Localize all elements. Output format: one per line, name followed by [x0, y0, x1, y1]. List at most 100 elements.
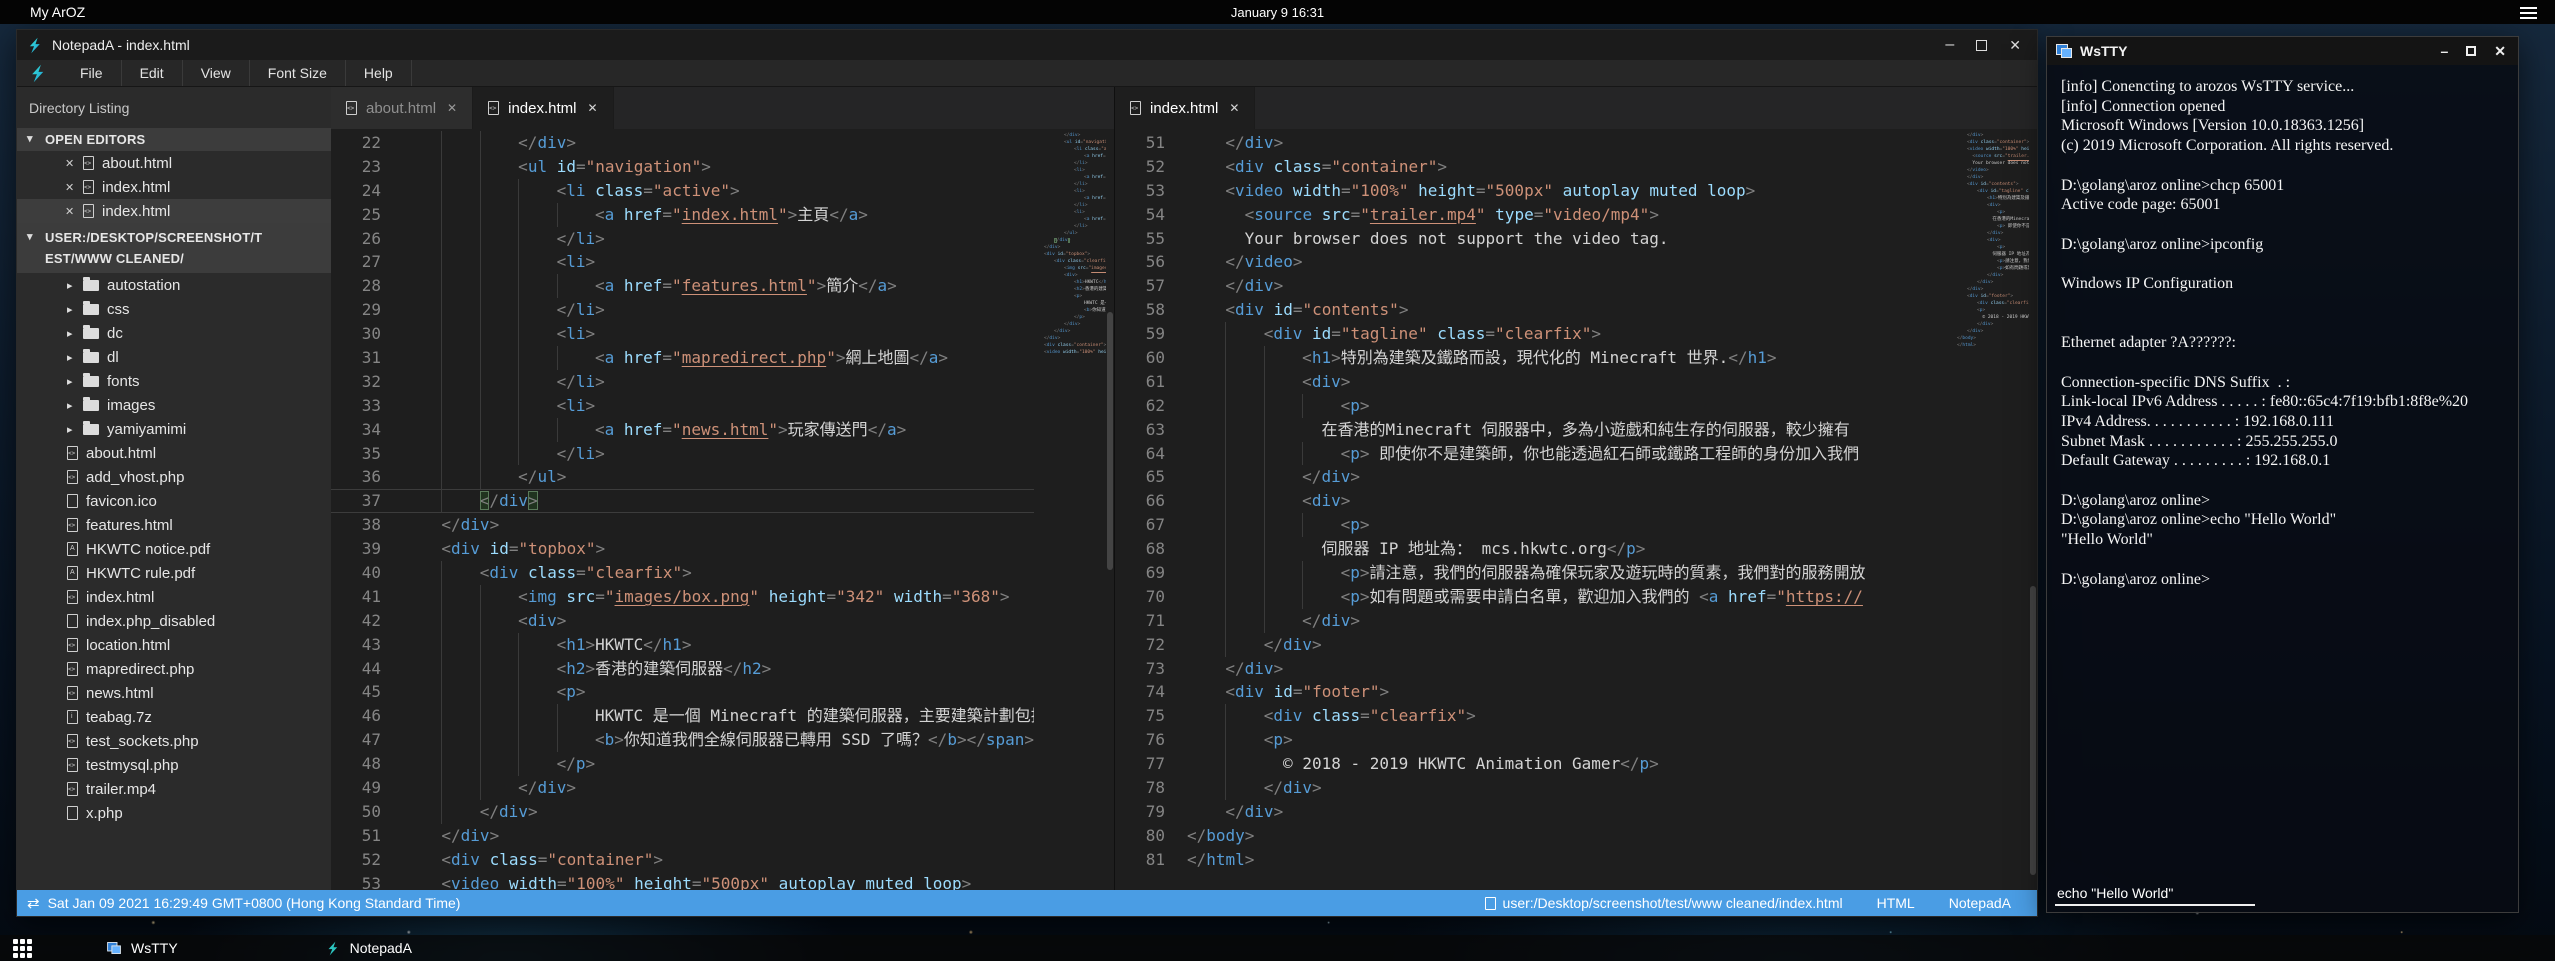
code-line[interactable]: 32</li> — [331, 370, 1034, 394]
code-line[interactable]: 24<li class="active"> — [331, 179, 1034, 203]
sidebar-file-news-html[interactable]: news.html — [17, 681, 331, 705]
menu-font-size[interactable]: Font Size — [250, 60, 346, 86]
code-line[interactable]: 78</div> — [1115, 776, 1957, 800]
sidebar-file-hkwtc-notice-pdf[interactable]: HKWTC notice.pdf — [17, 537, 331, 561]
tab-about-html[interactable]: about.html✕ — [331, 87, 473, 129]
sidebar-folder-images[interactable]: ▸images — [17, 393, 331, 417]
scrollbar-thumb[interactable] — [2030, 586, 2036, 875]
sidebar-folder-css[interactable]: ▸css — [17, 297, 331, 321]
sidebar-file-favicon-ico[interactable]: favicon.ico — [17, 489, 331, 513]
close-editor-icon[interactable]: ✕ — [65, 157, 83, 170]
code-line[interactable]: 73</div> — [1115, 657, 1957, 681]
code-line[interactable]: 42<div> — [331, 609, 1034, 633]
close-icon[interactable]: ✕ — [2009, 37, 2021, 54]
notepada-title-bar[interactable]: NotepadA - index.html – ✕ — [17, 30, 2037, 60]
close-tab-icon[interactable]: ✕ — [587, 101, 597, 115]
minimap[interactable]: </div><div class="container"><video widt… — [1957, 129, 2029, 890]
code-line[interactable]: 68 伺服器 IP 地址為： mcs.hkwtc.org</p> — [1115, 537, 1957, 561]
code-line[interactable]: 58<div id="contents"> — [1115, 298, 1957, 322]
open-editors-section-header[interactable]: ▾ OPEN EDITORS — [17, 128, 331, 151]
code-line[interactable]: 33<li> — [331, 394, 1034, 418]
sidebar-file-trailer-mp4[interactable]: trailer.mp4 — [17, 777, 331, 801]
code-line[interactable]: 80</body> — [1115, 824, 1957, 848]
code-line[interactable]: 69<p>請注意，我們的伺服器為確保玩家及遊玩時的質素，我們對的服務開放 — [1115, 561, 1957, 585]
code-line[interactable]: 35</li> — [331, 442, 1034, 466]
sidebar-folder-fonts[interactable]: ▸fonts — [17, 369, 331, 393]
sidebar-file-features-html[interactable]: features.html — [17, 513, 331, 537]
code-line[interactable]: 65</div> — [1115, 465, 1957, 489]
code-line[interactable]: 41<img src="images/box.png" height="342"… — [331, 585, 1034, 609]
sidebar-file-x-php[interactable]: x.php — [17, 801, 331, 825]
minimize-icon[interactable]: – — [2440, 43, 2448, 59]
code-line[interactable]: 54 <source src="trailer.mp4" type="video… — [1115, 203, 1957, 227]
code-line[interactable]: 38</div> — [331, 513, 1034, 537]
terminal-output[interactable]: [info] Conencting to arozos WsTTY servic… — [2047, 65, 2518, 882]
code-line[interactable]: 43<h1>HKWTC</h1> — [331, 633, 1034, 657]
taskbar-item-wstty[interactable]: WsTTY — [92, 935, 192, 961]
code-line[interactable]: 34<a href="news.html">玩家傳送門</a> — [331, 418, 1034, 442]
code-line[interactable]: 40<div class="clearfix"> — [331, 561, 1034, 585]
code-line[interactable]: 62<p> — [1115, 394, 1957, 418]
code-line[interactable]: 37</div> — [331, 489, 1034, 513]
code-line[interactable]: 55 Your browser does not support the vid… — [1115, 227, 1957, 251]
code-line[interactable]: 56</video> — [1115, 250, 1957, 274]
close-tab-icon[interactable]: ✕ — [1229, 101, 1239, 115]
code-line[interactable]: 52<div class="container"> — [331, 848, 1034, 872]
code-line[interactable]: 70<p>如有問題或需要申請白名單，歡迎加入我們的 <a href="https… — [1115, 585, 1957, 609]
code-line[interactable]: 45<p> — [331, 680, 1034, 704]
sidebar-folder-dl[interactable]: ▸dl — [17, 345, 331, 369]
code-line[interactable]: 29</li> — [331, 298, 1034, 322]
code-line[interactable]: 52<div class="container"> — [1115, 155, 1957, 179]
code-line[interactable]: 79</div> — [1115, 800, 1957, 824]
code-line[interactable]: 49</div> — [331, 776, 1034, 800]
code-line[interactable]: 60<h1>特別為建築及鐵路而設，現代化的 Minecraft 世界.</h1> — [1115, 346, 1957, 370]
hamburger-menu-icon[interactable] — [2520, 7, 2537, 22]
code-lines[interactable]: 51</div>52<div class="container">53<vide… — [1115, 129, 1957, 890]
code-line[interactable]: 25<a href="index.html">主頁</a> — [331, 203, 1034, 227]
code-line[interactable]: 51</div> — [1115, 131, 1957, 155]
code-line[interactable]: 30<li> — [331, 322, 1034, 346]
code-line[interactable]: 23<ul id="navigation"> — [331, 155, 1034, 179]
tab-index-html[interactable]: index.html✕ — [473, 87, 613, 129]
code-line[interactable]: 46HKWTC 是一個 Minecraft 的建築伺服器，主要建築計劃包括鐵路 — [331, 704, 1034, 728]
code-line[interactable]: 77 © 2018 - 2019 HKWTC Animation Gamer</… — [1115, 752, 1957, 776]
code-line[interactable]: 22</div> — [331, 131, 1034, 155]
close-icon[interactable]: ✕ — [2494, 43, 2506, 60]
close-tab-icon[interactable]: ✕ — [447, 101, 457, 115]
tab-index-html[interactable]: index.html✕ — [1115, 87, 1255, 129]
code-line[interactable]: 36</ul> — [331, 465, 1034, 489]
vertical-scrollbar[interactable] — [2029, 129, 2037, 890]
minimap[interactable]: </div><ul id="navigation"><li class="act… — [1034, 129, 1106, 890]
code-line[interactable]: 81</html> — [1115, 848, 1957, 872]
code-line[interactable]: 50</div> — [331, 800, 1034, 824]
code-line[interactable]: 63 在香港的Minecraft 伺服器中，多為小遊戲和純生存的伺服器，較少擁有 — [1115, 418, 1957, 442]
maximize-icon[interactable] — [1976, 40, 1987, 51]
menu-view[interactable]: View — [183, 60, 250, 86]
minimize-icon[interactable]: – — [1945, 40, 1954, 50]
code-line[interactable]: 57</div> — [1115, 274, 1957, 298]
code-line[interactable]: 61<div> — [1115, 370, 1957, 394]
code-line[interactable]: 74<div id="footer"> — [1115, 680, 1957, 704]
menu-edit[interactable]: Edit — [122, 60, 183, 86]
terminal-input[interactable]: echo "Hello World" — [2047, 882, 2518, 912]
sidebar-file-testmysql-php[interactable]: testmysql.php — [17, 753, 331, 777]
open-editor-item[interactable]: ✕index.html — [17, 199, 331, 223]
code-lines[interactable]: 22</div>23<ul id="navigation">24<li clas… — [331, 129, 1034, 890]
code-line[interactable]: 39<div id="topbox"> — [331, 537, 1034, 561]
code-line[interactable]: 71</div> — [1115, 609, 1957, 633]
sidebar-file-test-sockets-php[interactable]: test_sockets.php — [17, 729, 331, 753]
sidebar-folder-dc[interactable]: ▸dc — [17, 321, 331, 345]
sidebar-file-add-vhost-php[interactable]: add_vhost.php — [17, 465, 331, 489]
sidebar-file-about-html[interactable]: about.html — [17, 441, 331, 465]
code-line[interactable]: 31<a href="mapredirect.php">網上地圖</a> — [331, 346, 1034, 370]
apps-grid-icon[interactable] — [13, 939, 32, 958]
code-line[interactable]: 47<b>你知道我們全線伺服器已轉用 SSD 了嗎？</b></span> — [331, 728, 1034, 752]
sidebar-folder-yamiyamimi[interactable]: ▸yamiyamimi — [17, 417, 331, 441]
vertical-scrollbar[interactable] — [1106, 129, 1114, 890]
sidebar-file-index-html[interactable]: index.html — [17, 585, 331, 609]
menu-help[interactable]: Help — [346, 60, 412, 86]
workspace-section-header[interactable]: ▾ USER:/DESKTOP/SCREENSHOT/TEST/WWW CLEA… — [17, 223, 331, 273]
sidebar-folder-autostation[interactable]: ▸autostation — [17, 273, 331, 297]
taskbar-item-notepada[interactable]: NotepadA — [312, 935, 426, 961]
sidebar-file-location-html[interactable]: location.html — [17, 633, 331, 657]
